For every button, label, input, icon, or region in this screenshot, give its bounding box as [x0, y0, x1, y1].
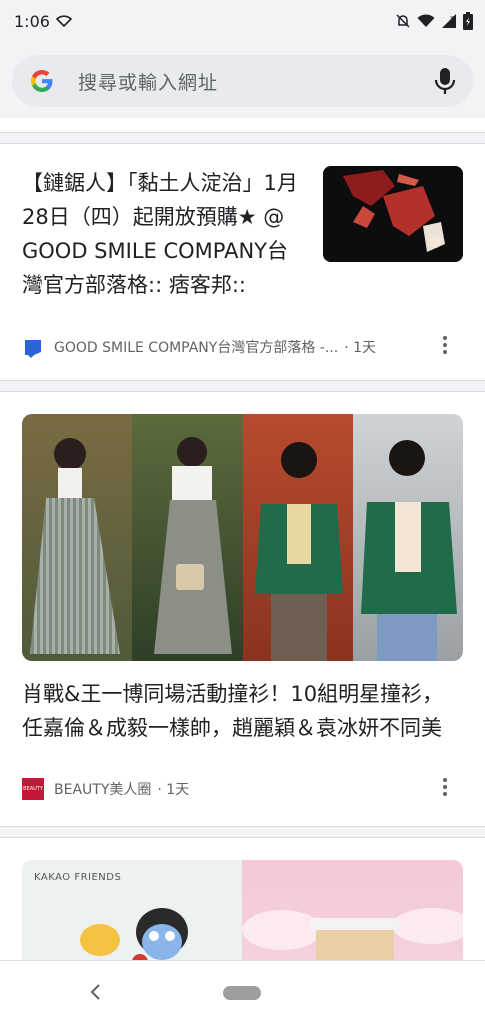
publish-time: · 1天: [157, 782, 190, 798]
photo-panel: [242, 414, 353, 661]
card-title[interactable]: 肖戰&王一博同場活動撞衫！10組明星撞衫，任嘉倫＆成毅一樣帥，趙麗穎＆袁冰妍不同…: [22, 677, 463, 745]
system-nav-bar: [0, 960, 485, 1025]
photo-panel: [352, 414, 463, 661]
blog-source-icon: [25, 340, 41, 358]
more-options-icon[interactable]: [442, 334, 448, 356]
news-card[interactable]: KAKAO FRIENDS: [0, 837, 485, 960]
search-input[interactable]: 搜尋或輸入網址: [78, 68, 433, 95]
chainsaw-figure-image: [323, 166, 463, 262]
card-hero-image[interactable]: [22, 414, 463, 661]
more-options-icon[interactable]: [442, 776, 448, 798]
drink-panel: [242, 860, 463, 960]
news-card[interactable]: 【鏈鋸人】「黏土人淀治」1月28日（四）起開放預購★ @ GOOD SMILE …: [0, 143, 485, 381]
status-time: 1:06: [14, 11, 50, 31]
wifi-icon: [417, 14, 435, 27]
card-title[interactable]: 【鏈鋸人】「黏土人淀治」1月28日（四）起開放預購★ @ GOOD SMILE …: [22, 166, 304, 302]
signal-icon: x: [442, 14, 456, 28]
wifi-icon: [55, 15, 72, 27]
discover-feed[interactable]: 【鏈鋸人】「黏土人淀治」1月28日（四）起開放預購★ @ GOOD SMILE …: [0, 118, 485, 960]
card-thumbnail[interactable]: [323, 166, 463, 262]
battery-icon: [463, 12, 473, 30]
source-name: GOOD SMILE COMPANY台灣官方部落格 -...: [54, 340, 339, 356]
do-not-disturb-icon: [396, 14, 410, 28]
beauty-source-icon: BEAUTY: [22, 778, 44, 800]
photo-panel: [22, 414, 133, 661]
status-bar: 1:06 x: [0, 0, 485, 42]
microphone-icon[interactable]: [433, 66, 457, 96]
photo-panel: [132, 414, 243, 661]
google-logo-icon: [31, 70, 53, 92]
source-row: GOOD SMILE COMPANY台灣官方部落格 -... · 1天: [22, 336, 462, 358]
home-pill[interactable]: [223, 986, 261, 1000]
search-bar[interactable]: 搜尋或輸入網址: [12, 55, 473, 107]
source-name: BEAUTY美人圈: [54, 782, 152, 798]
publish-time: · 1天: [344, 340, 376, 356]
back-icon[interactable]: [88, 983, 102, 1001]
kakao-panel: KAKAO FRIENDS: [22, 860, 242, 960]
svg-text:x: x: [450, 14, 454, 22]
previous-card-bottom: [0, 118, 485, 133]
source-row: BEAUTY BEAUTY美人圈 · 1天: [22, 778, 462, 800]
news-card[interactable]: 肖戰&王一博同場活動撞衫！10組明星撞衫，任嘉倫＆成毅一樣帥，趙麗穎＆袁冰妍不同…: [0, 391, 485, 827]
card-hero-image[interactable]: KAKAO FRIENDS: [22, 860, 463, 960]
